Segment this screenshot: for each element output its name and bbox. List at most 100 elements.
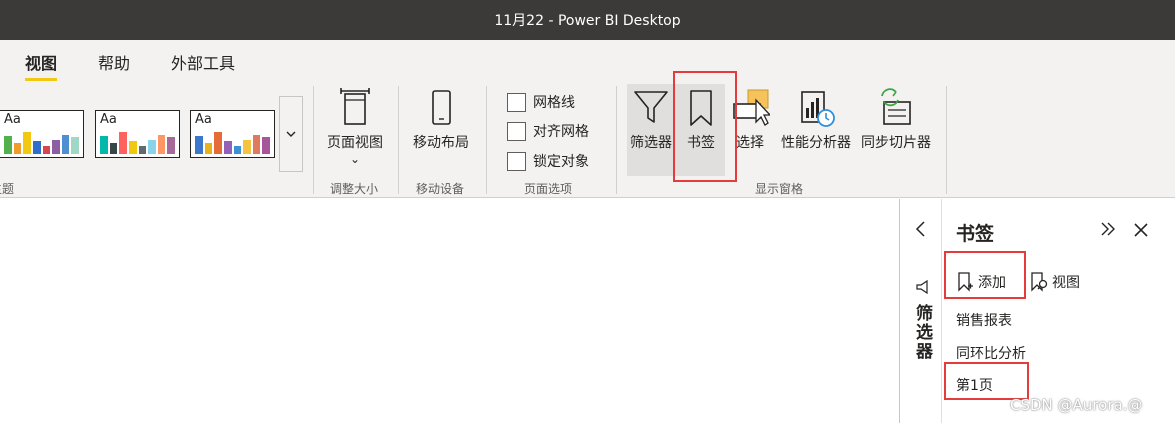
theme-tile-3[interactable]: Aa [190,110,275,158]
sync-slicers-icon [881,88,911,125]
theme-swatch-bar [32,140,41,154]
bookmarks-pane-title: 书签 [956,223,995,245]
ribbon-separator [398,86,399,194]
theme-swatch-bar [214,132,222,154]
bookmark-item[interactable]: 销售报表 [956,310,1012,330]
theme-tile-bars [195,130,270,154]
view-bookmarks-label: 视图 [1052,275,1080,291]
power-bi-window: 11月22 - Power BI Desktop 视图 帮助 外部工具 Aa A… [0,0,1175,423]
sync-slicers-label: 同步切片器 [861,135,931,151]
lock-objects-checkbox[interactable]: 锁定对象 [507,150,589,172]
filters-pane-label: 筛选器 [912,304,932,361]
theme-swatch-bar [119,132,127,154]
theme-swatch-bar [128,140,137,154]
ribbon-separator [616,86,617,194]
sync-slicers-button[interactable]: 同步切片器 [857,88,935,152]
chevron-down-icon: ⌄ [349,152,361,166]
ribbon: 视图 帮助 外部工具 Aa Aa Aa 主题 [0,40,1175,198]
selection-icon [733,89,770,126]
theme-swatch-bar [204,143,213,154]
ribbon-separator [486,86,487,194]
ribbon-tabs: 视图 帮助 外部工具 [0,40,1175,82]
group-label-resize: 调整大小 [330,182,379,196]
theme-swatch-bar [243,139,251,154]
group-label-page-options: 页面选项 [524,182,573,196]
theme-tile-text: Aa [100,112,117,127]
lock-objects-label: 锁定对象 [533,154,589,170]
checkbox-box [507,121,526,141]
double-chevron-right-icon[interactable] [1100,222,1116,236]
close-icon[interactable] [1133,222,1149,238]
theme-swatch-bar [100,136,108,154]
bookmarks-pane-button[interactable]: 书签 [678,88,724,152]
filter-funnel-icon [634,91,668,123]
phone-icon [432,90,451,125]
ribbon-separator [946,86,947,194]
theme-tile-text: Aa [4,112,21,127]
bookmarks-label: 书签 [687,135,715,151]
performance-analyzer-button[interactable]: 性能分析器 [776,88,856,152]
mobile-layout-label: 移动布局 [413,135,469,151]
selection-label: 选择 [736,135,764,151]
tab-external-tools[interactable]: 外部工具 [171,50,235,74]
page-view-label: 页面视图 [327,135,383,151]
view-bookmarks-button[interactable]: 视图 [1029,271,1080,293]
page-view-icon [340,88,370,125]
window-title: 11月22 - Power BI Desktop [494,13,681,29]
gridlines-checkbox[interactable]: 网格线 [507,91,575,113]
group-label-show-panes: 显示窗格 [755,182,804,196]
add-bookmark-button[interactable]: 添加 [956,271,1006,293]
theme-swatch-bar [223,140,232,154]
tab-view[interactable]: 视图 [25,50,58,81]
page-view-button[interactable]: 页面视图 ⌄ [322,88,388,166]
theme-tile-2[interactable]: Aa [95,110,180,158]
theme-swatch-bar [157,134,166,154]
bookmarks-pane: 书签 添加 视图 销售报表 同环比分析 第1页 [942,199,1175,423]
theme-swatch-bar [148,139,156,154]
theme-tile-bars [4,130,79,154]
performance-analyzer-label: 性能分析器 [781,135,851,151]
theme-swatch-bar [52,139,60,154]
filters-pane-collapsed[interactable]: 筛选器 [899,199,942,423]
filters-pane-button[interactable]: 筛选器 [627,88,675,152]
theme-swatch-bar [4,136,12,154]
theme-swatch-bar [233,145,242,154]
theme-swatch-bar [13,143,22,154]
bookmark-item[interactable]: 第1页 [956,375,993,395]
chevron-down-icon [286,131,296,137]
mobile-layout-button[interactable]: 移动布局 [408,88,474,152]
bookmark-view-icon [1031,272,1048,292]
gridlines-label: 网格线 [533,95,575,111]
bookmark-item[interactable]: 同环比分析 [956,343,1026,363]
bookmark-add-icon [958,272,973,292]
checkbox-box [507,92,526,112]
theme-tile-1[interactable]: Aa [0,110,84,158]
speaker-icon [916,279,928,295]
add-bookmark-label: 添加 [978,275,1006,291]
theme-swatch-bar [252,134,261,154]
report-canvas[interactable] [0,199,899,423]
tab-help[interactable]: 帮助 [98,50,130,74]
theme-swatch-bar [61,134,70,154]
snap-to-grid-checkbox[interactable]: 对齐网格 [507,120,589,142]
group-label-mobile: 移动设备 [416,182,465,196]
filters-label: 筛选器 [630,135,672,151]
performance-analyzer-icon [801,91,835,127]
theme-swatch-bar [195,136,203,154]
theme-swatch-bar [262,137,270,154]
bookmark-icon [690,90,712,126]
theme-swatch-bar [23,132,31,154]
theme-tile-bars [100,130,175,154]
chevron-left-icon[interactable] [915,221,927,237]
title-bar: 11月22 - Power BI Desktop [0,0,1175,40]
theme-swatch-bar [71,137,79,154]
theme-swatch-bar [42,145,51,154]
theme-gallery-expand-button[interactable] [279,96,303,172]
theme-tile-text: Aa [195,112,212,127]
snap-to-grid-label: 对齐网格 [533,124,589,140]
selection-pane-button[interactable]: 选择 [730,88,770,152]
theme-swatch-bar [109,143,118,154]
theme-swatch-bar [138,145,147,154]
ribbon-separator [313,86,314,194]
theme-swatch-bar [167,137,175,154]
